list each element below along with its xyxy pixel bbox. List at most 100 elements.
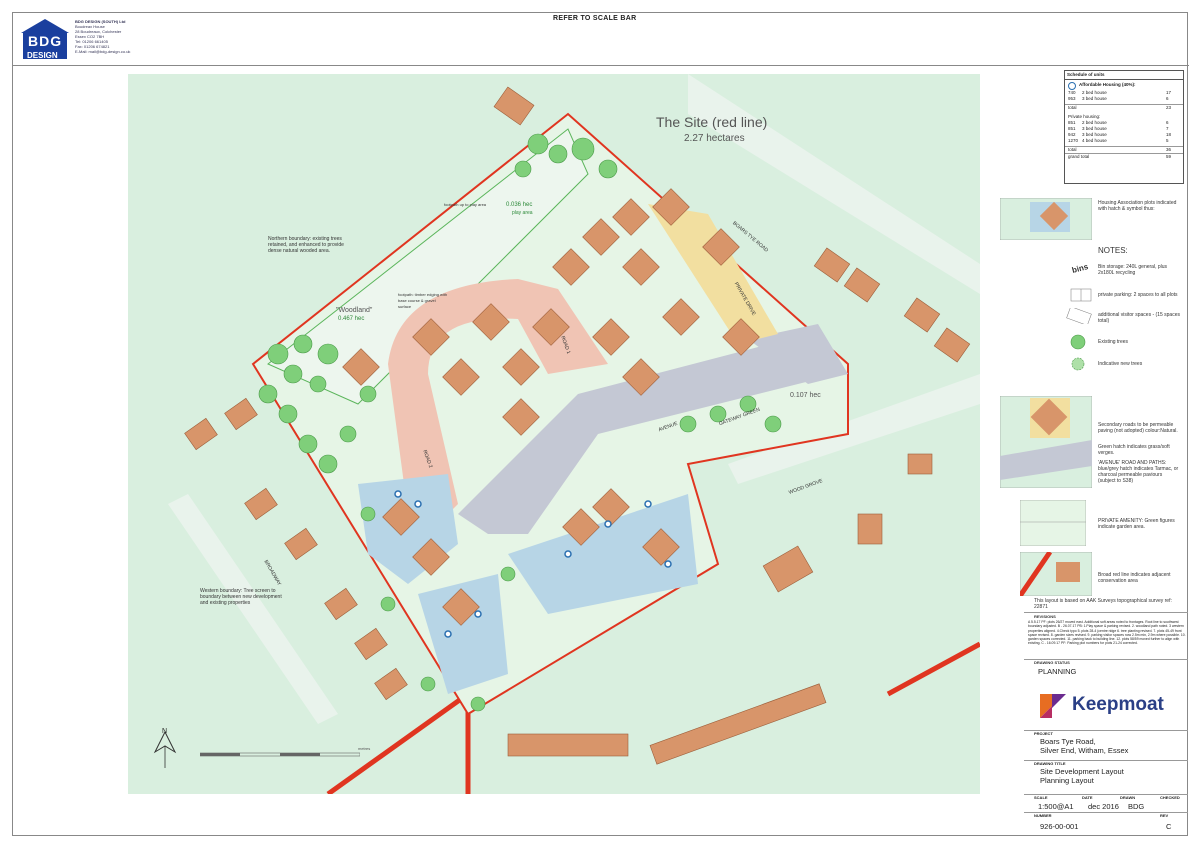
schedule-row: 953 3 bed house 6 bbox=[1068, 96, 1169, 101]
keepmoat-logo: Keepmoat bbox=[1032, 684, 1182, 724]
logo-word-bdg: BDG bbox=[28, 33, 63, 49]
affordable-symbol bbox=[664, 560, 672, 568]
header-bar: BDG DESIGN BDG DESIGN (SOUTH) Ltd Boudre… bbox=[13, 13, 1189, 66]
tree bbox=[470, 696, 486, 712]
footpath-note-2: footpath: timber edging with base course… bbox=[398, 292, 448, 309]
project-label: PROJECT bbox=[1034, 731, 1053, 736]
tree bbox=[514, 160, 532, 178]
tree bbox=[548, 144, 568, 164]
schedule-grand-total-row: grand total 59 bbox=[1065, 153, 1183, 160]
woodland-area: 0.467 hec bbox=[338, 316, 365, 322]
project-line-1: Boars Tye Road, bbox=[1040, 737, 1096, 746]
play-area-size: 0.036 hec bbox=[506, 202, 533, 208]
scale-label: SCALE bbox=[1034, 795, 1048, 800]
schedule-total-row: total 23 bbox=[1065, 104, 1183, 111]
tree bbox=[500, 566, 516, 582]
legend-red-line: Broad red line indicates adjacent conser… bbox=[1098, 572, 1171, 584]
tree bbox=[420, 676, 436, 692]
legend-notes-title: NOTES: bbox=[1098, 246, 1128, 255]
company-address: BDG DESIGN (SOUTH) Ltd Boudreax House 28… bbox=[75, 19, 155, 54]
number-label: NUMBER bbox=[1034, 813, 1052, 818]
legend-avenue-note: 'AVENUE' ROAD AND PATHS: blue/grey hatch… bbox=[1098, 460, 1179, 484]
affordable-symbol bbox=[604, 520, 612, 528]
legend-swatch-amenity bbox=[1020, 500, 1086, 546]
visitor-parking-icon bbox=[1066, 308, 1092, 324]
schedule-title: Schedule of units bbox=[1065, 71, 1183, 80]
tree bbox=[309, 375, 327, 393]
drawing-title-line-1: Site Development Layout bbox=[1040, 767, 1124, 776]
affordable-symbol bbox=[474, 610, 482, 618]
house bbox=[907, 453, 933, 475]
rev-label: REV bbox=[1160, 813, 1169, 818]
drawing-title-line-2: Planning Layout bbox=[1040, 776, 1094, 785]
affordable-symbol bbox=[644, 500, 652, 508]
affordable-symbol bbox=[564, 550, 572, 558]
affordable-symbol bbox=[444, 630, 452, 638]
woodland-label: "Woodland" bbox=[336, 307, 373, 314]
legend-visitor: additional visitor spaces - (15 spaces t… bbox=[1098, 312, 1180, 324]
tree bbox=[380, 596, 396, 612]
western-boundary-note: Western boundary: Tree screen to boundar… bbox=[200, 588, 282, 606]
green-area-size: 0.107 hec bbox=[790, 392, 821, 399]
tree bbox=[571, 137, 595, 161]
tree bbox=[293, 334, 313, 354]
tree bbox=[679, 415, 697, 433]
north-label: N bbox=[162, 728, 168, 735]
legend-swatch-red-line bbox=[1020, 552, 1092, 596]
drawn-label: DRAWN bbox=[1120, 795, 1136, 800]
affordable-heading-row: Affordable Housing (40%): bbox=[1065, 82, 1183, 90]
schedule-of-units: Schedule of units Affordable Housing (40… bbox=[1064, 70, 1184, 184]
keepmoat-wordmark: Keepmoat bbox=[1072, 694, 1164, 715]
new-tree-icon bbox=[1071, 357, 1085, 371]
tree bbox=[359, 385, 377, 403]
affordable-symbol bbox=[414, 500, 422, 508]
play-area-label: play area bbox=[512, 210, 533, 216]
site-area: 2.27 hectares bbox=[684, 133, 745, 144]
affordable-icon bbox=[1068, 82, 1076, 90]
site-title: The Site (red line) bbox=[656, 114, 768, 130]
scale-units: metres bbox=[358, 746, 371, 751]
tree bbox=[598, 159, 618, 179]
tree bbox=[278, 404, 298, 424]
schedule-row: 1270 4 bed house 5 bbox=[1068, 138, 1169, 143]
footpath-note-1: footpath up to play area bbox=[444, 202, 487, 207]
tree bbox=[267, 343, 289, 365]
revisions-label: REVISIONS bbox=[1034, 614, 1056, 619]
legend-housing-assoc: Housing Association plots indicated with… bbox=[1098, 200, 1177, 212]
drawing-title-label: DRAWING TITLE bbox=[1034, 761, 1066, 766]
legend-secondary-roads: Secondary roads to be permeable paving (… bbox=[1098, 422, 1178, 434]
keepmoat-mark-icon bbox=[1040, 694, 1066, 718]
house-terrace bbox=[507, 733, 629, 757]
tree bbox=[283, 364, 303, 384]
tree bbox=[298, 434, 318, 454]
affordable-symbol bbox=[394, 490, 402, 498]
schedule-total-row: total 36 bbox=[1065, 146, 1183, 153]
drawing-sheet: BDG DESIGN BDG DESIGN (SOUTH) Ltd Boudre… bbox=[0, 0, 1200, 848]
legend-swatch-roads bbox=[1000, 396, 1092, 488]
legend-bin-storage: Bin storage: 240L general, plus 2x180L r… bbox=[1098, 264, 1168, 276]
scale-value: 1:500@A1 bbox=[1038, 802, 1074, 811]
northern-boundary-note: Northern boundary: existing trees retain… bbox=[268, 236, 344, 254]
project-line-2: Silver End, Witham, Essex bbox=[1040, 746, 1129, 755]
tree bbox=[527, 133, 549, 155]
date-label: DATE bbox=[1082, 795, 1093, 800]
tree bbox=[764, 415, 782, 433]
legend-parking: private parking: 2 spaces to all plots bbox=[1098, 292, 1178, 298]
existing-tree-icon bbox=[1070, 334, 1086, 350]
tree bbox=[318, 454, 338, 474]
revision-value: C bbox=[1166, 822, 1172, 831]
drawing-status-label: DRAWING STATUS bbox=[1034, 660, 1070, 665]
house bbox=[857, 513, 883, 545]
drawing-status: PLANNING bbox=[1038, 667, 1077, 676]
legend-new-trees: Indicative new trees bbox=[1098, 361, 1143, 367]
tree bbox=[339, 425, 357, 443]
revisions-text: A 5.5.17 PF: plots 26/27 moved east. Add… bbox=[1028, 620, 1186, 646]
logo-word-design: DESIGN bbox=[27, 51, 58, 60]
drawn-value: BDG bbox=[1128, 802, 1145, 811]
drawing-number: 926-00-001 bbox=[1040, 822, 1079, 831]
tree bbox=[317, 343, 339, 365]
email-line: E-Mail: mail@bdg-design.co.uk bbox=[75, 49, 131, 54]
site-plan-drawing bbox=[128, 74, 980, 794]
tree bbox=[258, 384, 278, 404]
legend-existing-trees: Existing trees bbox=[1098, 339, 1129, 345]
